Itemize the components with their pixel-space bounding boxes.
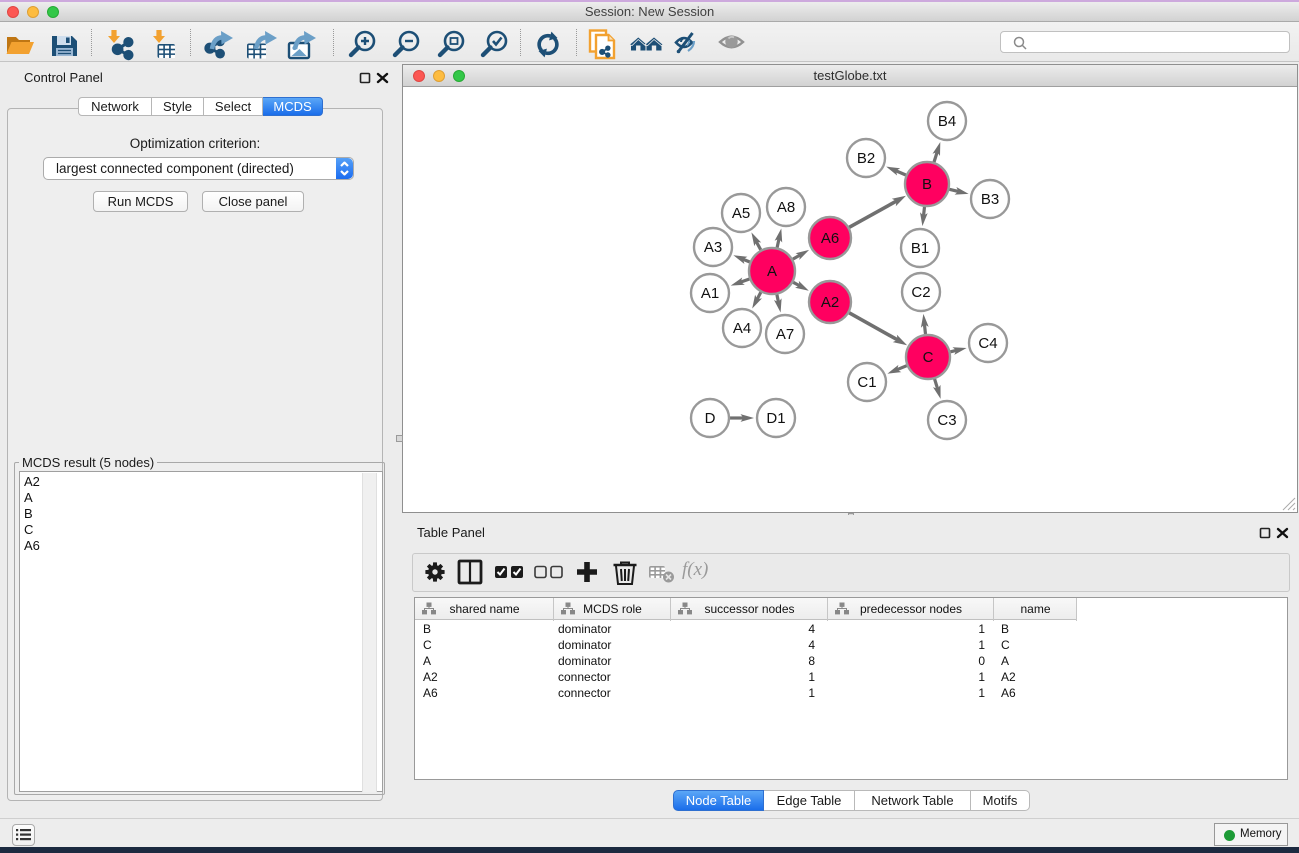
svg-text:B4: B4 <box>938 113 956 130</box>
svg-text:C4: C4 <box>978 335 997 352</box>
svg-text:C: C <box>923 349 934 366</box>
svg-text:D: D <box>705 410 716 427</box>
svg-text:A8: A8 <box>777 199 795 216</box>
svg-text:A5: A5 <box>732 205 750 222</box>
svg-text:C1: C1 <box>857 374 876 391</box>
svg-text:C3: C3 <box>937 412 956 429</box>
svg-text:B2: B2 <box>857 150 875 167</box>
svg-text:B3: B3 <box>981 191 999 208</box>
svg-text:D1: D1 <box>766 410 785 427</box>
svg-text:B1: B1 <box>911 240 929 257</box>
svg-text:A3: A3 <box>704 239 722 256</box>
svg-text:A: A <box>767 263 777 280</box>
svg-text:B: B <box>922 176 932 193</box>
svg-text:A1: A1 <box>701 285 719 302</box>
svg-text:A4: A4 <box>733 320 751 337</box>
svg-text:A7: A7 <box>776 326 794 343</box>
svg-text:C2: C2 <box>911 284 930 301</box>
svg-text:A2: A2 <box>821 294 839 311</box>
svg-text:A6: A6 <box>821 230 839 247</box>
